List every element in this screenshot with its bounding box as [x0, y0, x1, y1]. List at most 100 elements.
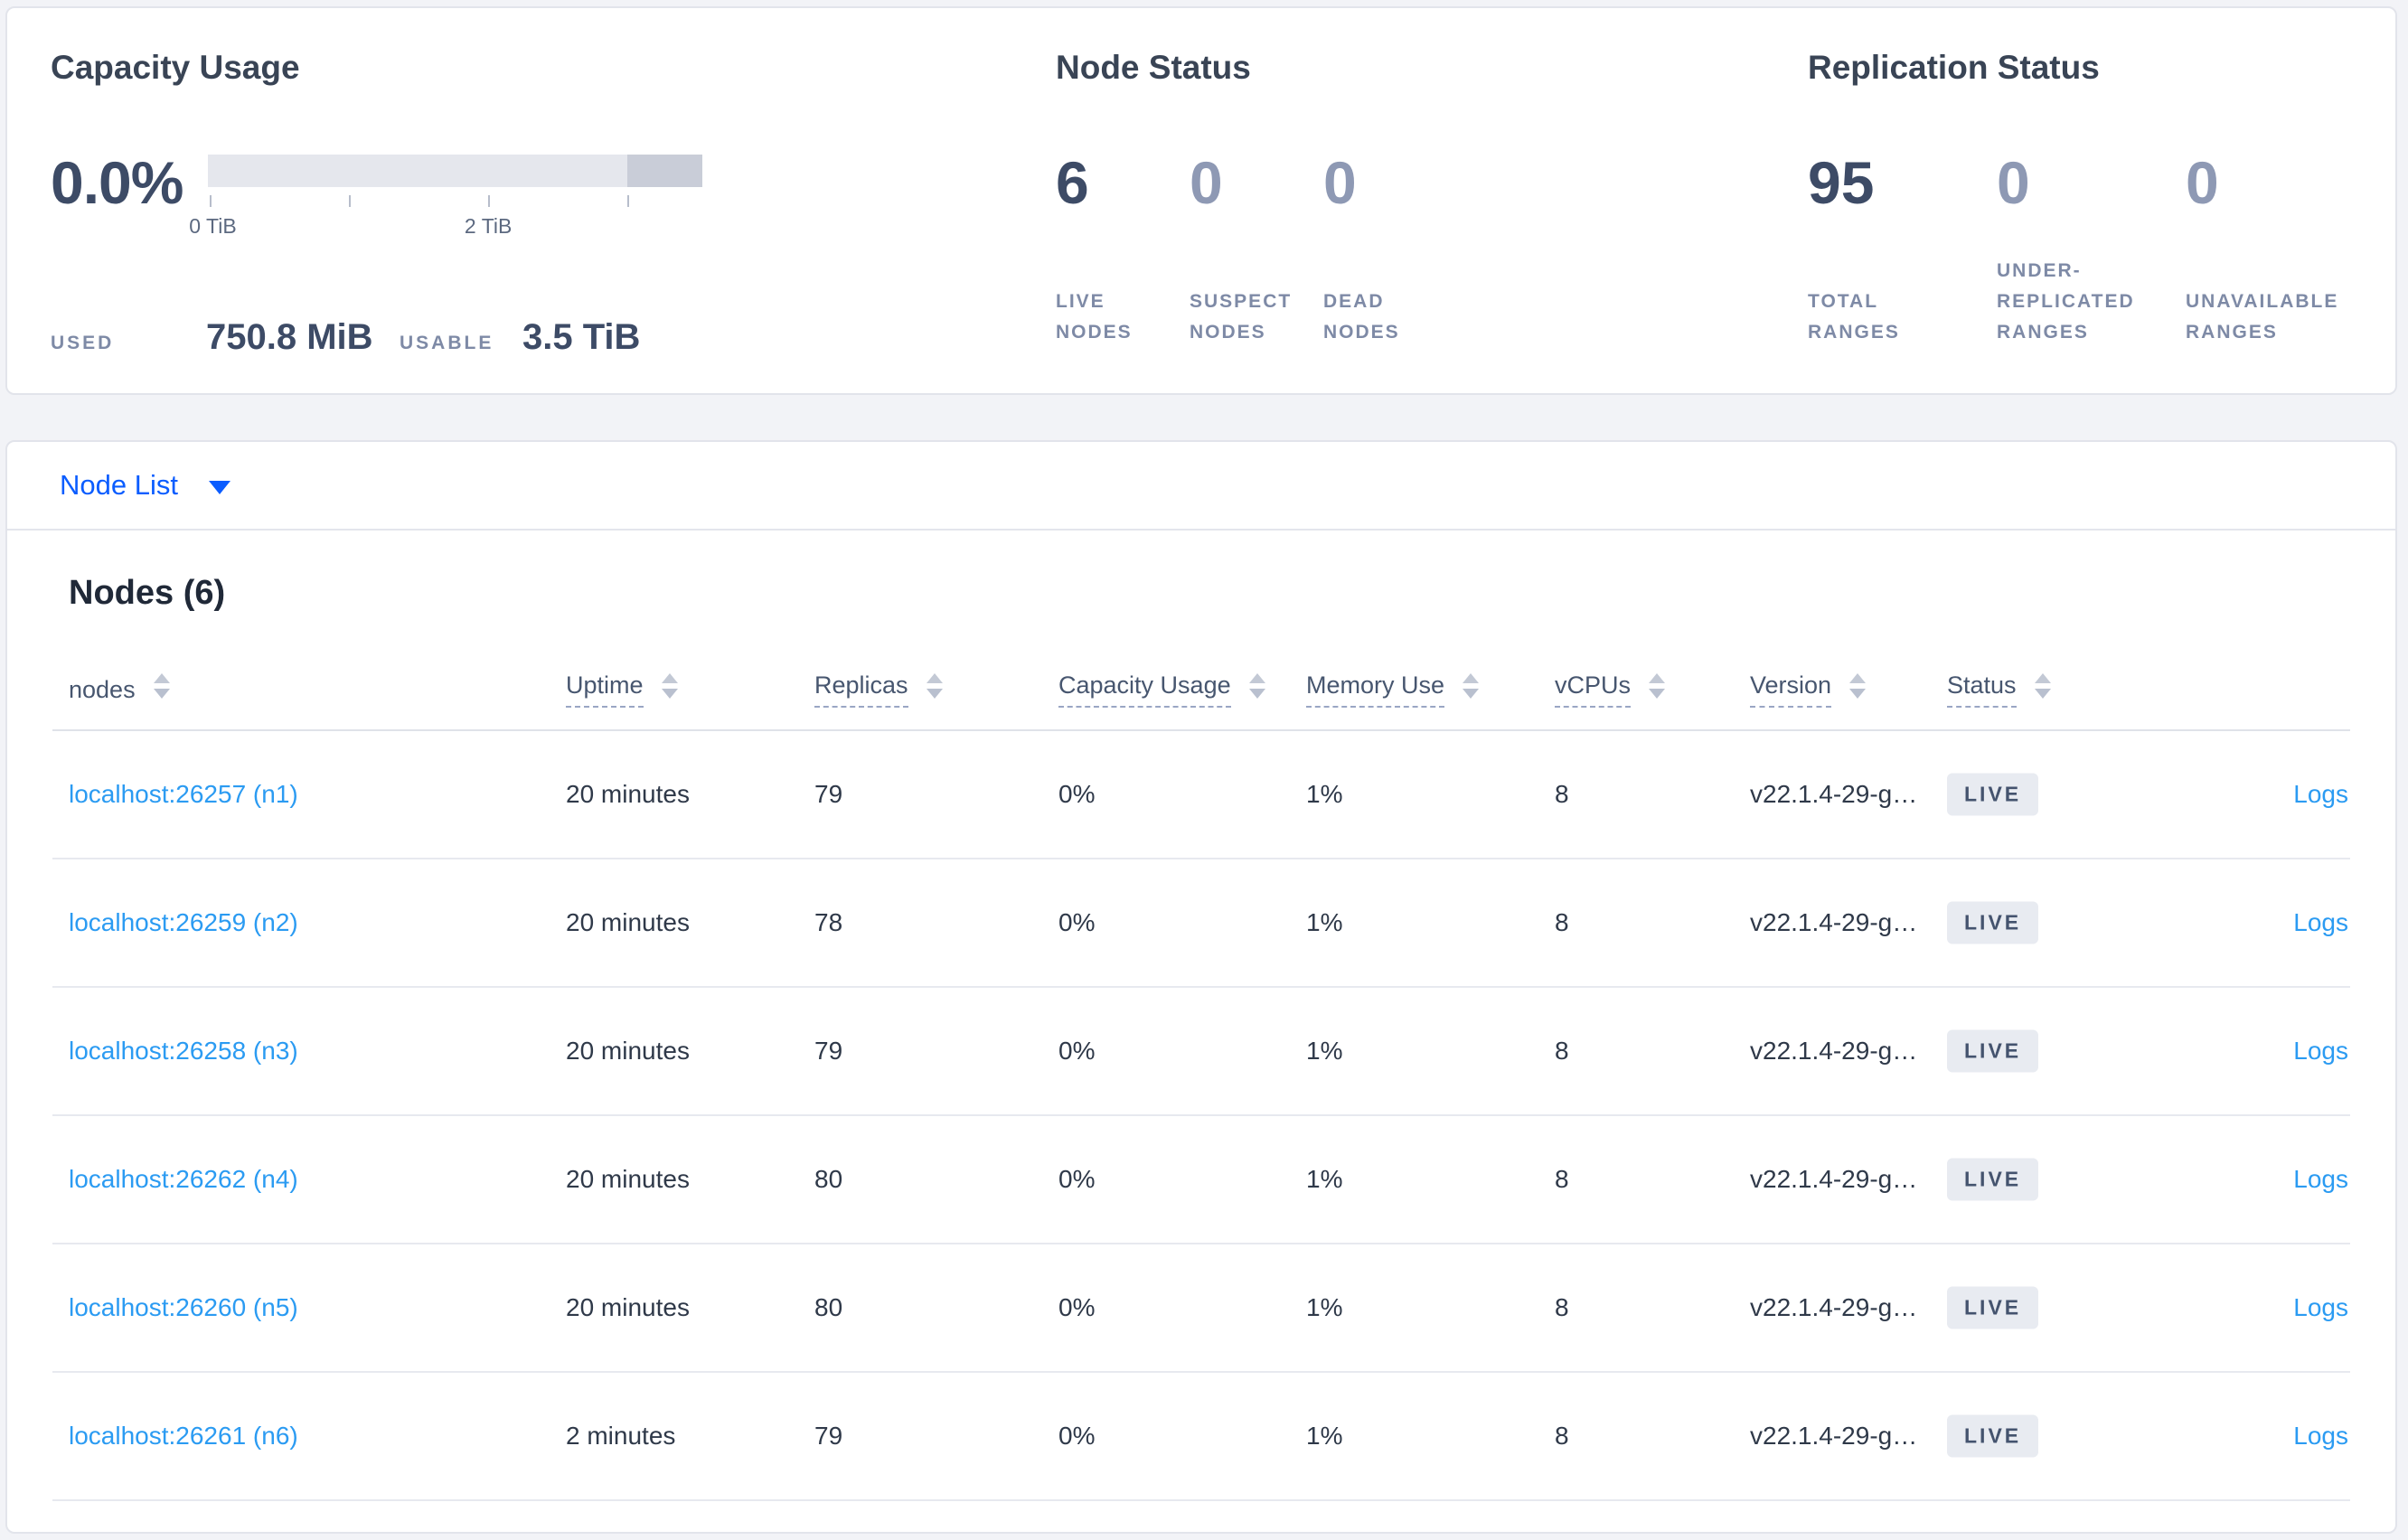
cell-replicas: 78 [814, 908, 843, 936]
total-ranges-label: TOTAL RANGES [1808, 291, 1900, 343]
unavailable-ranges-value: 0 [2186, 149, 2219, 216]
cell-status: LIVE [1947, 1286, 2039, 1329]
cell-logs: Logs [2293, 1422, 2348, 1451]
capacity-percent: 0.0% [51, 149, 183, 216]
column-header-memory-use[interactable]: Memory Use [1306, 671, 1480, 708]
cell-node: localhost:26261 (n6) [69, 1422, 298, 1451]
dead-nodes-label: DEAD NODES [1323, 291, 1400, 343]
sort-icon[interactable] [153, 673, 170, 699]
cell-capacity-usage: 0% [1058, 908, 1096, 936]
cell-memory-use: 1% [1306, 1037, 1343, 1065]
live-nodes-stat: 6 LIVE NODES [1056, 151, 1162, 348]
cell-logs: Logs [2293, 1165, 2348, 1194]
status-badge: LIVE [1947, 1029, 2039, 1073]
column-header-version[interactable]: Version [1750, 671, 1867, 708]
column-header-label: Memory Use [1306, 671, 1445, 708]
live-nodes-label: LIVE NODES [1056, 291, 1133, 343]
unavailable-ranges-label: UNAVAILABLE RANGES [2186, 291, 2339, 343]
node-link[interactable]: localhost:26260 (n5) [69, 1293, 298, 1321]
cell-vcpus: 8 [1555, 1293, 1569, 1321]
cell-uptime: 20 minutes [566, 1165, 690, 1193]
cell-version: v22.1.4-29-g… [1750, 1422, 1918, 1450]
cell-version: v22.1.4-29-g… [1750, 1293, 1918, 1321]
under-replicated-ranges-stat: 0 UNDER-REPLICATED RANGES [1997, 151, 2164, 348]
column-header-nodes[interactable]: nodes [69, 673, 170, 706]
dead-nodes-value: 0 [1323, 149, 1357, 216]
sort-icon[interactable] [2034, 673, 2051, 699]
column-header-vcpus[interactable]: vCPUs [1555, 671, 1666, 708]
sort-icon[interactable] [1463, 673, 1480, 699]
logs-link[interactable]: Logs [2293, 780, 2348, 808]
total-ranges-stat: 95 TOTAL RANGES [1808, 151, 1975, 348]
column-header-status[interactable]: Status [1947, 671, 2051, 708]
cell-vcpus: 8 [1555, 1422, 1569, 1450]
cell-status: LIVE [1947, 1158, 2039, 1201]
cell-version: v22.1.4-29-g… [1750, 780, 1918, 808]
unavailable-ranges-stat: 0 UNAVAILABLE RANGES [2186, 151, 2353, 348]
sort-icon[interactable] [926, 673, 943, 699]
cell-memory-use: 1% [1306, 780, 1343, 808]
usable-label: USABLE [400, 333, 494, 353]
cell-replicas: 79 [814, 1422, 843, 1450]
cell-version: v22.1.4-29-g… [1750, 1165, 1918, 1193]
node-link[interactable]: localhost:26261 (n6) [69, 1422, 298, 1450]
node-link[interactable]: localhost:26257 (n1) [69, 780, 298, 808]
node-list-dropdown[interactable]: Node List [7, 442, 2395, 531]
cell-replicas: 80 [814, 1293, 843, 1321]
logs-link[interactable]: Logs [2293, 1293, 2348, 1321]
cell-node: localhost:26259 (n2) [69, 908, 298, 937]
sort-icon[interactable] [1248, 673, 1265, 699]
cell-memory-use: 1% [1306, 1293, 1343, 1321]
cell-uptime: 2 minutes [566, 1422, 676, 1450]
node-link[interactable]: localhost:26262 (n4) [69, 1165, 298, 1193]
logs-link[interactable]: Logs [2293, 1037, 2348, 1065]
cell-logs: Logs [2293, 1293, 2348, 1322]
node-link[interactable]: localhost:26259 (n2) [69, 908, 298, 936]
logs-link[interactable]: Logs [2293, 1422, 2348, 1450]
live-nodes-value: 6 [1056, 149, 1089, 216]
capacity-axis-ticks [208, 195, 702, 207]
column-header-label: Replicas [814, 671, 908, 708]
column-header-label: nodes [69, 675, 136, 703]
cell-node: localhost:26260 (n5) [69, 1293, 298, 1322]
cluster-summary-card: Capacity Usage 0.0% 0 TiB 2 TiB USED 750… [5, 6, 2397, 395]
status-badge: LIVE [1947, 1414, 2039, 1458]
replication-status-section: Replication Status 95 TOTAL RANGES 0 UND… [1808, 8, 2386, 348]
cell-node: localhost:26257 (n1) [69, 780, 298, 809]
cell-logs: Logs [2293, 780, 2348, 809]
cell-version: v22.1.4-29-g… [1750, 1037, 1918, 1065]
nodes-table-header: nodes Uptime Replicas Capacity Usage Memory … [52, 650, 2350, 731]
cell-vcpus: 8 [1555, 908, 1569, 936]
sort-icon[interactable] [1649, 673, 1666, 699]
cell-status: LIVE [1947, 901, 2039, 944]
column-header-replicas[interactable]: Replicas [814, 671, 943, 708]
cell-uptime: 20 minutes [566, 1293, 690, 1321]
usable-value: 3.5 TiB [522, 317, 641, 357]
table-row: localhost:26262 (n4) 20 minutes 80 0% 1% 8 v22… [52, 1116, 2350, 1244]
column-header-label: Capacity Usage [1058, 671, 1231, 708]
capacity-bar-reserved-segment [626, 155, 702, 187]
nodes-section: Nodes (6) nodes Uptime Replicas Capacity Us… [7, 531, 2395, 1501]
table-row: localhost:26260 (n5) 20 minutes 80 0% 1% 8 v22… [52, 1244, 2350, 1373]
node-status-section: Node Status 6 LIVE NODES 0 SUSPECT NODES… [1056, 8, 1562, 348]
capacity-tick-label-2: 2 TiB [464, 214, 513, 238]
status-badge: LIVE [1947, 901, 2039, 944]
column-header-uptime[interactable]: Uptime [566, 671, 678, 708]
sort-icon[interactable] [661, 673, 678, 699]
logs-link[interactable]: Logs [2293, 1165, 2348, 1193]
cell-status: LIVE [1947, 1029, 2039, 1073]
cell-uptime: 20 minutes [566, 908, 690, 936]
node-link[interactable]: localhost:26258 (n3) [69, 1037, 298, 1065]
logs-link[interactable]: Logs [2293, 908, 2348, 936]
sort-icon[interactable] [1849, 673, 1867, 699]
suspect-nodes-value: 0 [1190, 149, 1223, 216]
cell-status: LIVE [1947, 1414, 2039, 1458]
cell-vcpus: 8 [1555, 1165, 1569, 1193]
cell-memory-use: 1% [1306, 908, 1343, 936]
status-badge: LIVE [1947, 773, 2039, 816]
cell-status: LIVE [1947, 773, 2039, 816]
capacity-usage-title: Capacity Usage [51, 49, 300, 86]
column-header-capacity-usage[interactable]: Capacity Usage [1058, 671, 1265, 708]
cell-version: v22.1.4-29-g… [1750, 908, 1918, 936]
total-ranges-value: 95 [1808, 149, 1875, 216]
